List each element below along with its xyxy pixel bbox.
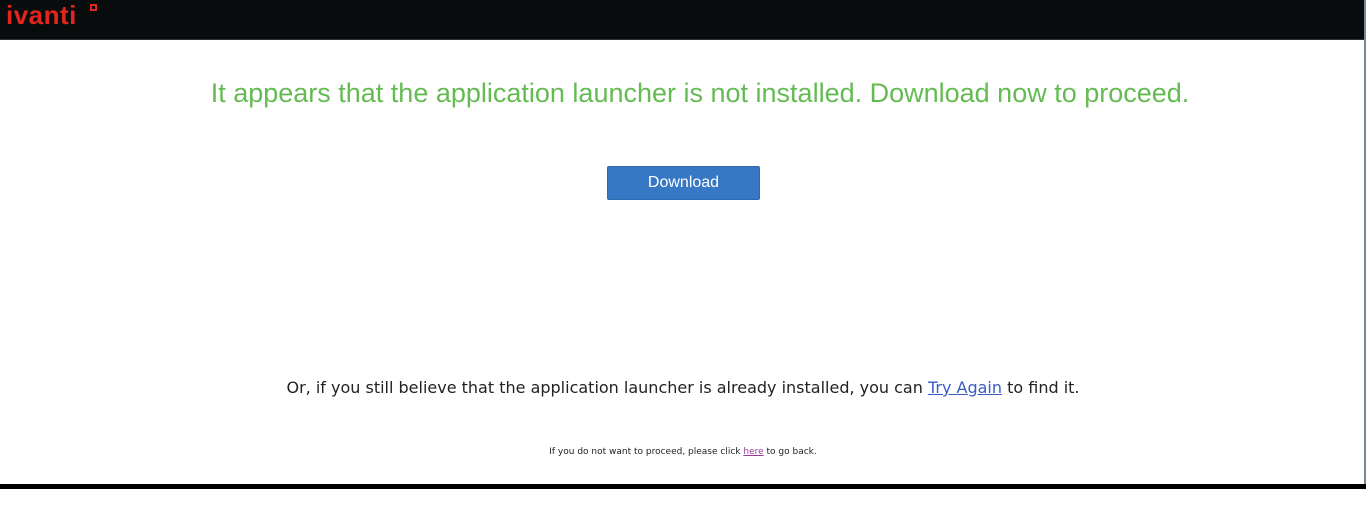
go-back-message: If you do not want to proceed, please cl… bbox=[0, 445, 1366, 459]
retry-suffix-text: to find it. bbox=[1002, 378, 1080, 397]
page-headline: It appears that the application launcher… bbox=[210, 78, 1190, 108]
logo-text: ivanti bbox=[6, 0, 77, 30]
retry-prefix-text: Or, if you still believe that the applic… bbox=[286, 378, 928, 397]
header-bar: ivanti bbox=[0, 0, 1366, 40]
ivanti-logo: ivanti bbox=[6, 1, 101, 31]
back-prefix-text: If you do not want to proceed, please cl… bbox=[549, 447, 744, 457]
try-again-link[interactable]: Try Again bbox=[928, 378, 1002, 397]
logo-mark-icon bbox=[90, 4, 97, 11]
bottom-divider bbox=[0, 484, 1366, 489]
retry-message: Or, if you still believe that the applic… bbox=[0, 376, 1366, 400]
back-suffix-text: to go back. bbox=[763, 447, 817, 457]
download-button[interactable]: Download bbox=[607, 166, 760, 200]
go-back-link[interactable]: here bbox=[743, 447, 763, 457]
